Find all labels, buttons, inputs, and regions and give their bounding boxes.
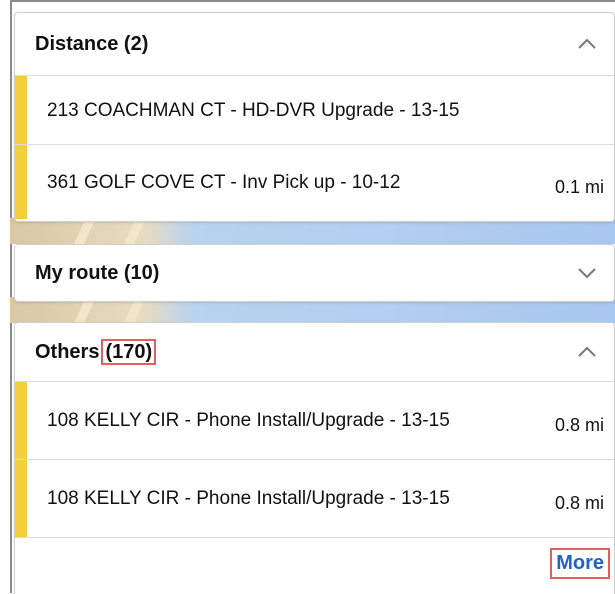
frame-top-border [10,0,615,2]
others-section-heading: Others (170) [35,338,157,365]
chevron-up-icon[interactable] [576,33,598,55]
list-item-distance: 0.1 mi [554,176,604,197]
more-row: More [15,537,614,588]
list-item-title: 108 KELLY CIR - Phone Install/Upgrade - … [47,410,450,431]
my-route-section-header[interactable]: My route (10) [15,245,614,301]
list-item-distance: 0.8 mi [554,493,604,513]
chevron-up-icon[interactable] [576,341,598,363]
list-item-title: 361 GOLF COVE CT - Inv Pick up - 10-12 [47,171,401,193]
distance-section-header[interactable]: Distance (2) [15,13,614,75]
distance-section-title: Distance (2) [35,32,149,55]
list-item[interactable]: 108 KELLY CIR - Phone Install/Upgrade - … [15,459,614,537]
list-item[interactable]: 108 KELLY CIR - Phone Install/Upgrade - … [15,381,614,459]
list-item-title: 213 COACHMAN CT - HD-DVR Upgrade - 13-15 [47,99,460,121]
list-item-distance: 0.8 mi [554,415,604,435]
others-section-title: Others [35,340,100,363]
more-link[interactable]: More [550,547,610,579]
list-item[interactable]: 361 GOLF COVE CT - Inv Pick up - 10-12 0… [15,144,614,219]
others-panel: Others (170) 108 KELLY CIR - Phone Instal… [14,322,615,594]
others-count-badge: (170) [101,338,157,365]
others-section-header[interactable]: Others (170) [15,323,614,381]
my-route-section-title: My route (10) [35,261,160,284]
list-item-title: 108 KELLY CIR - Phone Install/Upgrade - … [47,488,450,509]
my-route-panel: My route (10) [14,244,615,302]
distance-panel: Distance (2) 213 COACHMAN CT - HD-DVR Up… [14,12,615,222]
chevron-down-icon[interactable] [576,262,598,284]
list-item[interactable]: 213 COACHMAN CT - HD-DVR Upgrade - 13-15 [15,75,614,144]
